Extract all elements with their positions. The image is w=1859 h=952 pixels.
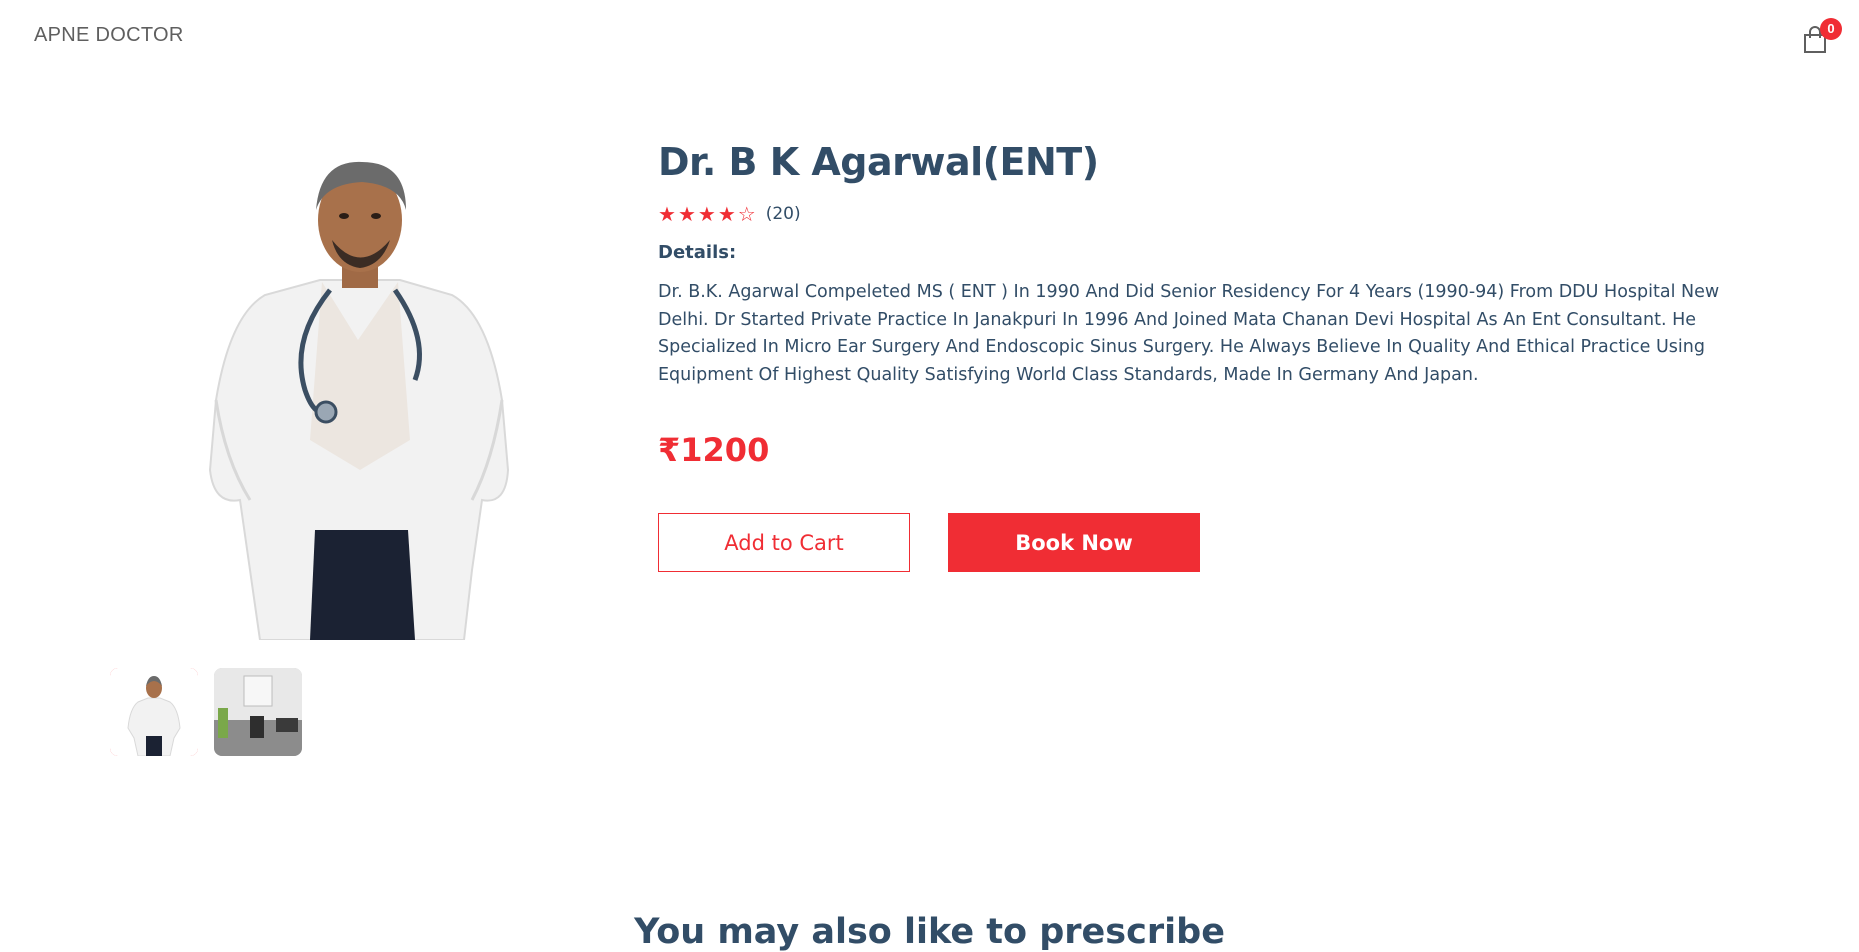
star-filled-icon: ★	[697, 202, 716, 226]
star-filled-icon: ★	[658, 202, 676, 226]
rating-row: ★ ★ ★ ★ ☆ (20)	[658, 202, 1738, 226]
rating-stars: ★ ★ ★ ★ ☆	[658, 204, 756, 224]
add-to-cart-button[interactable]: Add to Cart	[658, 513, 910, 572]
reviews-count: (20)	[765, 204, 801, 224]
doctor-name: Dr. B K Agarwal(ENT)	[658, 140, 1099, 184]
product-details: Dr. B K Agarwal(ENT) ★ ★ ★ ★ ☆ (20) Deta…	[658, 140, 1738, 572]
cart-button[interactable]: 0	[1800, 18, 1842, 56]
price: ₹1200	[658, 431, 770, 469]
navbar: APNE DOCTOR 0	[0, 0, 1859, 72]
star-outline-icon: ☆	[737, 202, 756, 226]
details-heading: Details:	[658, 242, 737, 263]
suggestions-heading: You may also like to prescribe	[634, 912, 1225, 952]
action-buttons: Add to Cart Book Now	[658, 513, 1738, 572]
star-filled-icon: ★	[717, 202, 736, 226]
doctor-photo	[208, 161, 510, 640]
star-filled-icon: ★	[677, 202, 696, 226]
product-main-image	[110, 140, 586, 640]
cart-count-badge: 0	[1820, 18, 1842, 40]
thumbnail-doctor[interactable]	[110, 668, 198, 756]
thumbnail-clinic[interactable]	[214, 668, 302, 756]
doctor-thumbnail-image	[110, 668, 198, 756]
logo-link[interactable]: APNE DOCTOR	[34, 24, 184, 47]
details-description: Dr. B.K. Agarwal Compeleted MS ( ENT ) I…	[658, 282, 1720, 385]
book-now-button[interactable]: Book Now	[948, 513, 1200, 572]
clinic-room-thumbnail-image	[214, 668, 302, 756]
thumbnail-strip	[110, 668, 302, 756]
